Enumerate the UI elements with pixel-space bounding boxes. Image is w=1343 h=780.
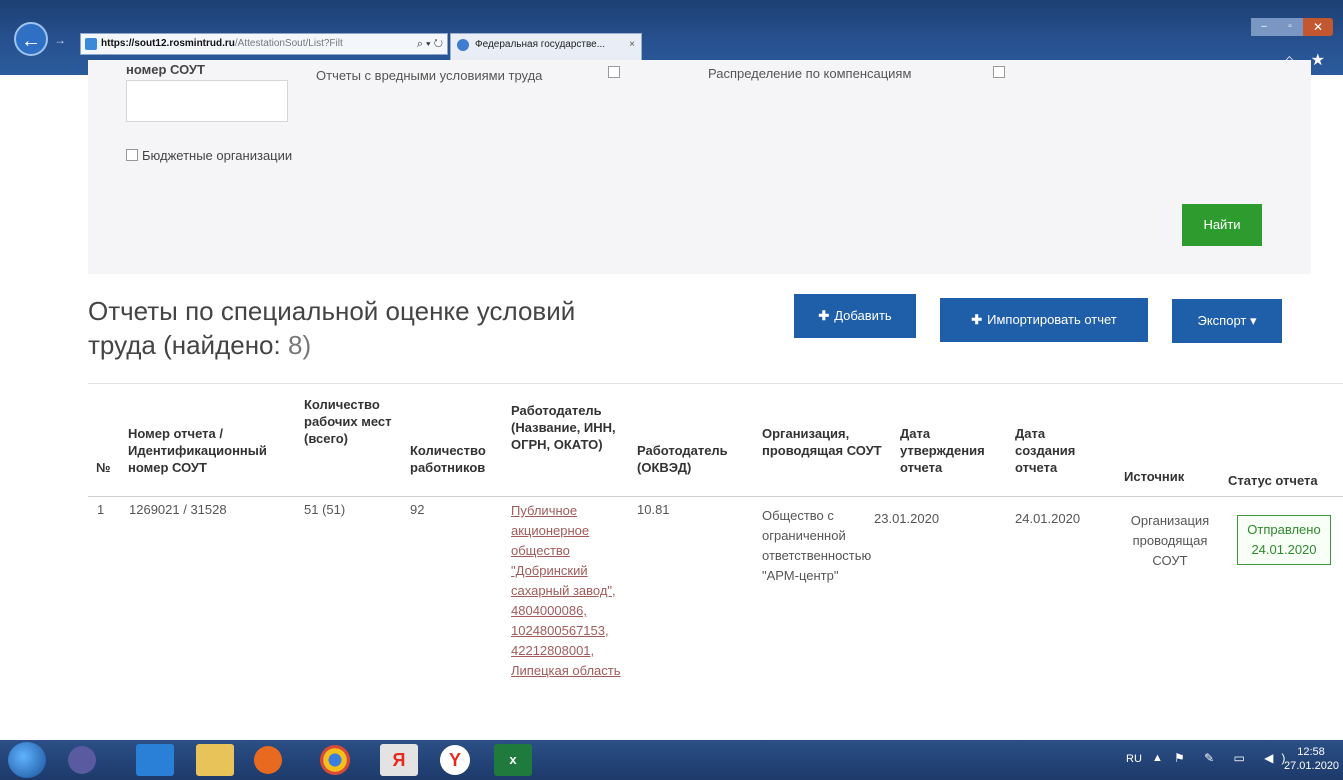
cell-source: Организация проводящая СОУТ xyxy=(1130,513,1210,568)
clock-date: 27.01.2020 xyxy=(1284,760,1340,772)
status-badge: Отправлено 24.01.2020 xyxy=(1237,515,1331,565)
cell-org: Общество с ограниченной ответственностью… xyxy=(762,508,872,583)
import-report-button[interactable]: ✚ Импортировать отчет xyxy=(940,298,1148,342)
start-button[interactable] xyxy=(8,742,46,778)
col-header-num: № xyxy=(96,460,111,475)
cell-workers: 92 xyxy=(410,502,425,517)
cell-num: 1 xyxy=(97,502,105,517)
plus-icon: ✚ xyxy=(818,308,830,323)
cell-okved: 10.81 xyxy=(637,502,670,517)
media-player-icon[interactable] xyxy=(254,746,282,774)
address-bar[interactable]: https://sout12.rosmintrud.ru/Attestation… xyxy=(80,33,448,55)
cell-approved: 23.01.2020 xyxy=(874,511,940,526)
excel-icon[interactable]: x xyxy=(494,744,532,776)
app-icon[interactable] xyxy=(68,746,96,774)
sout-number-label: номер СОУТ xyxy=(126,62,205,77)
cell-workplaces: 51 (51) xyxy=(304,502,346,517)
internet-explorer-icon[interactable] xyxy=(136,744,174,776)
filter-panel: номер СОУТ Отчеты с вредными условиями т… xyxy=(88,60,1311,274)
cell-created: 24.01.2020 xyxy=(1015,511,1081,526)
file-explorer-icon[interactable] xyxy=(196,744,234,776)
page-title-text: Отчеты по специальной оценке условий тру… xyxy=(88,296,576,360)
col-header-employer: Работодатель (Название, ИНН, ОГРН, ОКАТО… xyxy=(511,403,616,452)
add-report-label: Добавить xyxy=(834,308,892,323)
col-header-okved: Работодатель (ОКВЭД) xyxy=(637,443,728,475)
col-header-source: Источник xyxy=(1124,469,1185,484)
back-icon[interactable]: ← xyxy=(14,22,48,56)
yandex-browser-icon[interactable]: Y xyxy=(440,745,470,775)
page-title-suffix: ) xyxy=(302,330,312,360)
harmful-conditions-checkbox[interactable] xyxy=(608,66,620,78)
table-top-border xyxy=(88,383,1343,384)
yandex-icon[interactable]: Я xyxy=(380,744,418,776)
export-dropdown-button[interactable]: Экспорт ▾ xyxy=(1172,299,1282,343)
url-host: https://sout12.rosmintrud.ru xyxy=(101,38,235,49)
col-header-created: Дата создания отчета xyxy=(1015,426,1076,475)
cell-report-id: 1269021 / 31528 xyxy=(129,502,227,517)
address-bar-icons[interactable]: ⌕ ▾ ↻ xyxy=(417,34,443,54)
compensation-label: Распределение по компенсациям xyxy=(708,66,912,81)
minimize-button[interactable]: – xyxy=(1251,18,1277,36)
budget-org-filter[interactable]: Бюджетные организации xyxy=(126,148,292,163)
import-report-label: Импортировать отчет xyxy=(987,312,1117,327)
window-controls: – ▫ ✕ xyxy=(1251,18,1333,36)
clock[interactable]: 12:58 27.01.2020 xyxy=(1284,745,1340,773)
language-indicator[interactable]: RU xyxy=(1126,753,1142,765)
col-header-approved: Дата утверждения отчета xyxy=(900,426,985,475)
ie-tab-icon xyxy=(457,39,469,51)
tray-expand-icon[interactable]: ▲ xyxy=(1152,752,1163,764)
tray-icons[interactable]: ⚑ ✎ ▭ ◀) xyxy=(1174,751,1293,765)
harmful-conditions-label: Отчеты с вредными условиями труда xyxy=(316,68,543,83)
sout-number-input[interactable] xyxy=(126,80,288,122)
result-count: 8 xyxy=(287,330,303,360)
plus-icon: ✚ xyxy=(971,312,983,327)
budget-org-label: Бюджетные организации xyxy=(142,148,293,163)
employer-link[interactable]: Публичное акционерное общество "Добринск… xyxy=(511,501,629,681)
col-header-org: Организация, проводящая СОУТ xyxy=(762,426,882,458)
site-favicon-icon xyxy=(85,38,97,50)
maximize-button[interactable]: ▫ xyxy=(1277,18,1303,36)
url-path: /AttestationSout/List?Filt xyxy=(234,38,343,49)
clock-time: 12:58 xyxy=(1297,746,1325,758)
budget-org-checkbox[interactable] xyxy=(126,149,138,161)
find-button[interactable]: Найти xyxy=(1182,204,1262,246)
col-header-workers: Количество работников xyxy=(410,443,486,475)
col-header-workplaces: Количество рабочих мест (всего) xyxy=(304,397,392,446)
compensation-checkbox[interactable] xyxy=(993,66,1005,78)
chrome-icon[interactable] xyxy=(320,745,350,775)
close-window-button[interactable]: ✕ xyxy=(1303,18,1333,36)
taskbar: Я Y x RU ▲ ⚑ ✎ ▭ ◀) 12:58 27.01.2020 xyxy=(0,740,1343,780)
add-report-button[interactable]: ✚ Добавить xyxy=(794,294,916,338)
forward-icon[interactable]: → xyxy=(54,32,68,48)
col-header-report-id: Номер отчета / Идентификационный номер С… xyxy=(128,426,267,475)
col-header-status: Статус отчета xyxy=(1228,473,1318,488)
tab-close-icon[interactable]: × xyxy=(629,34,635,56)
tab-title: Федеральная государстве... xyxy=(475,39,606,50)
page-title: Отчеты по специальной оценке условий тру… xyxy=(88,294,608,362)
